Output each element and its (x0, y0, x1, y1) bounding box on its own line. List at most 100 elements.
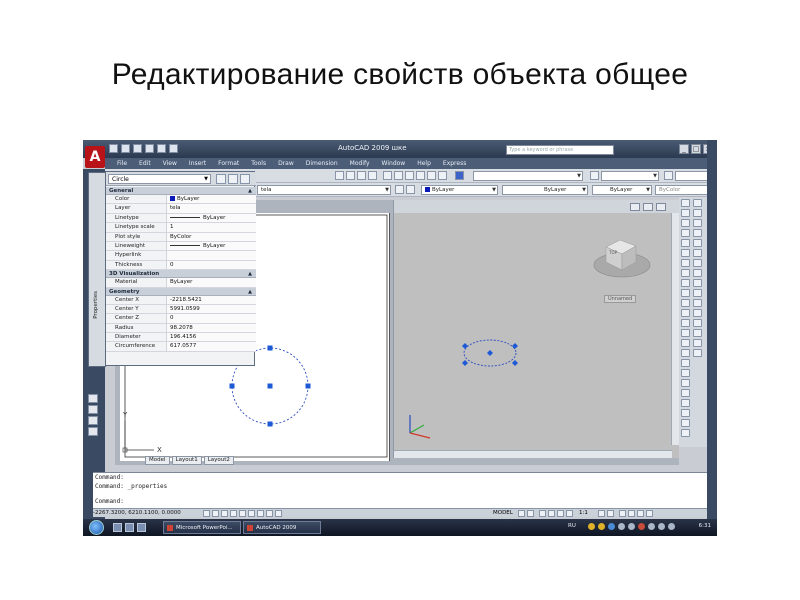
lock-icon[interactable] (628, 510, 635, 517)
tray-icon-2[interactable] (598, 523, 605, 530)
maximize-button[interactable]: □ (691, 144, 701, 154)
menu-view[interactable]: View (157, 158, 183, 169)
snap-mode-button[interactable] (203, 510, 210, 517)
mirror-tool-icon[interactable] (693, 219, 702, 227)
horizontal-scrollbar[interactable] (394, 450, 672, 458)
design-center-icon[interactable] (394, 171, 403, 180)
prop-row-linetype[interactable]: Linetype ByLayer (106, 213, 256, 224)
menu-file[interactable]: File (111, 158, 133, 169)
dimstyle-icon[interactable] (590, 171, 599, 180)
menu-tools[interactable]: Tools (245, 158, 272, 169)
minimize-button[interactable]: _ (679, 144, 689, 154)
gradient-icon[interactable] (681, 339, 690, 347)
polygon-icon[interactable] (681, 229, 690, 237)
rectangle-icon[interactable] (681, 239, 690, 247)
viewcube-icon[interactable] (593, 239, 651, 278)
color-combo[interactable]: ByLayer ▼ (421, 185, 498, 195)
grip-left[interactable] (229, 383, 235, 389)
otrack-mode-button[interactable] (248, 510, 255, 517)
dimstyle-combo[interactable]: ▼ (601, 171, 659, 181)
zoom-previous-icon[interactable] (368, 171, 377, 180)
markup-icon[interactable] (427, 171, 436, 180)
coordinates-readout[interactable]: -2267.3200, 6210.1100, 0.0000 (93, 509, 181, 518)
quick-view-drawings-button[interactable] (527, 510, 534, 517)
prop-row-thickness[interactable]: Thickness 0 (106, 260, 256, 271)
collapse-icon[interactable]: ▲ (248, 288, 252, 296)
vertical-scrollbar[interactable] (671, 213, 679, 445)
layer-state-icon[interactable] (406, 185, 415, 194)
browser-icon[interactable] (137, 523, 146, 532)
volume-icon[interactable] (658, 523, 665, 530)
menu-draw[interactable]: Draw (272, 158, 300, 169)
network-icon[interactable] (668, 523, 675, 530)
layer-combo[interactable]: tela ▼ (257, 185, 391, 195)
tab-layout1[interactable]: Layout1 (171, 456, 202, 465)
break-tool-icon[interactable] (693, 309, 702, 317)
prop-row-center-y[interactable]: Center Y 5991.0599 (106, 304, 256, 315)
viewport-name-badge[interactable]: Unnamed (604, 295, 637, 303)
collapse-icon[interactable]: ▲ (248, 187, 252, 195)
explode-tool-icon[interactable] (693, 349, 702, 357)
prop-row-color[interactable]: Color ByLayer (106, 195, 256, 205)
section-3d-visualization[interactable]: 3D Visualization ▲ (106, 270, 256, 279)
redo-icon[interactable] (169, 144, 178, 153)
midpoint-icon[interactable] (681, 399, 690, 407)
erase-tool-icon[interactable] (693, 199, 702, 207)
lwt-mode-button[interactable] (275, 510, 282, 517)
menu-express[interactable]: Express (437, 158, 472, 169)
grip-right[interactable] (305, 383, 311, 389)
prop-row-plot-style[interactable]: Plot style ByColor (106, 232, 256, 242)
quick-select-icon[interactable] (240, 174, 250, 184)
copy-tool-icon[interactable] (693, 209, 702, 217)
osnap-icon[interactable] (681, 389, 690, 397)
ortho-mode-button[interactable] (221, 510, 228, 517)
collapse-icon[interactable]: ▲ (248, 270, 252, 278)
start-button[interactable] (89, 520, 104, 535)
spline-icon[interactable] (681, 279, 690, 287)
autocad-logo-icon[interactable]: A (85, 146, 105, 168)
search-input[interactable]: Type a keyword or phrase (506, 145, 614, 155)
select-objects-icon[interactable] (228, 174, 238, 184)
annotation-scale[interactable]: 1:1 (579, 509, 588, 518)
menu-format[interactable]: Format (212, 158, 245, 169)
quick-view-layouts-button[interactable] (518, 510, 525, 517)
new-icon[interactable] (109, 144, 118, 153)
grip-bottom[interactable] (267, 421, 273, 427)
open-icon[interactable] (121, 144, 130, 153)
status-menu-button[interactable] (637, 510, 644, 517)
tool-icon-1[interactable] (88, 394, 98, 403)
osnap-mode-button[interactable] (239, 510, 246, 517)
array-tool-icon[interactable] (693, 239, 702, 247)
tray-icon-7[interactable] (648, 523, 655, 530)
prop-row-linetype-scale[interactable]: Linetype scale 1 (106, 223, 256, 233)
menu-modify[interactable]: Modify (344, 158, 376, 169)
autoscale-button[interactable] (607, 510, 614, 517)
tool-icon-3[interactable] (88, 416, 98, 425)
zoom-status-button[interactable] (548, 510, 555, 517)
show-desktop-icon[interactable] (113, 523, 122, 532)
object-type-select[interactable]: Circle ▼ (108, 174, 211, 184)
zoom-window-icon[interactable] (357, 171, 366, 180)
line-tool-icon[interactable] (681, 199, 690, 207)
make-block-icon[interactable] (681, 309, 690, 317)
menu-insert[interactable]: Insert (183, 158, 212, 169)
menu-edit[interactable]: Edit (133, 158, 157, 169)
menu-window[interactable]: Window (376, 158, 412, 169)
dyn-mode-button[interactable] (266, 510, 273, 517)
taskbar-item-powerpoint[interactable]: Microsoft PowerPoi... (163, 521, 241, 534)
tab-layout2[interactable]: Layout2 (203, 456, 234, 465)
scale-tool-icon[interactable] (693, 269, 702, 277)
polar-mode-button[interactable] (230, 510, 237, 517)
model-grip-br[interactable] (512, 360, 518, 366)
mtext-icon[interactable] (681, 369, 690, 377)
tab-model[interactable]: Model (145, 456, 170, 465)
polyline-icon[interactable] (681, 219, 690, 227)
stretch-tool-icon[interactable] (693, 279, 702, 287)
tray-icon-6[interactable] (638, 523, 645, 530)
section-general[interactable]: General ▲ (106, 187, 256, 195)
model-grip-right[interactable] (512, 343, 518, 349)
ducs-mode-button[interactable] (257, 510, 264, 517)
help-icon[interactable] (455, 171, 464, 180)
grid-mode-button[interactable] (212, 510, 219, 517)
language-indicator[interactable]: RU (568, 523, 576, 529)
